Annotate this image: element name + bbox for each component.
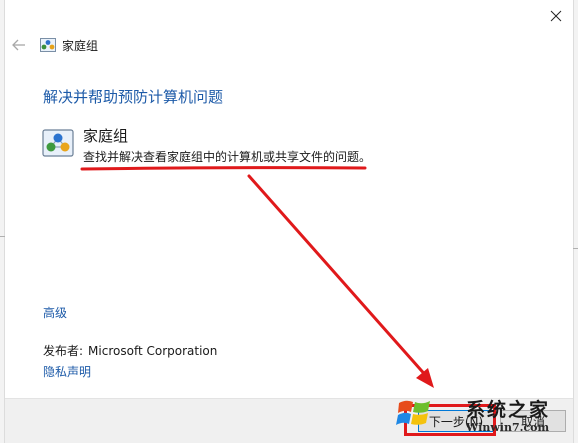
nav-title: 家庭组 (62, 39, 99, 53)
window-right-edge (573, 0, 578, 443)
troubleshooter-item-description: 查找并解决查看家庭组中的计算机或共享文件的问题。 (83, 150, 372, 164)
background-divider-left (0, 236, 5, 237)
back-button[interactable] (10, 36, 28, 54)
background-divider-right (573, 248, 578, 249)
homegroup-icon (40, 38, 56, 52)
advanced-link[interactable]: 高级 (43, 305, 67, 321)
publisher-label: 发布者: (43, 344, 84, 358)
privacy-statement-link[interactable]: 隐私声明 (43, 364, 91, 380)
cancel-button[interactable]: 取消 (500, 410, 566, 432)
window-left-edge (0, 0, 5, 443)
close-icon (550, 10, 562, 22)
publisher-row: 发布者: Microsoft Corporation (43, 343, 222, 359)
troubleshooter-item-title: 家庭组 (83, 127, 129, 145)
publisher-value: Microsoft Corporation (88, 344, 218, 358)
next-button[interactable]: 下一步(N) (418, 410, 494, 432)
close-button[interactable] (540, 2, 572, 30)
back-arrow-icon (12, 39, 25, 51)
troubleshooter-page: 家庭组 解决并帮助预防计算机问题 家庭组 查找并解决查看家庭组中的计算机或共享文… (0, 0, 578, 443)
homegroup-icon (42, 129, 74, 157)
page-title: 解决并帮助预防计算机问题 (43, 88, 224, 106)
troubleshooter-window: 家庭组 解决并帮助预防计算机问题 家庭组 查找并解决查看家庭组中的计算机或共享文… (0, 0, 578, 443)
